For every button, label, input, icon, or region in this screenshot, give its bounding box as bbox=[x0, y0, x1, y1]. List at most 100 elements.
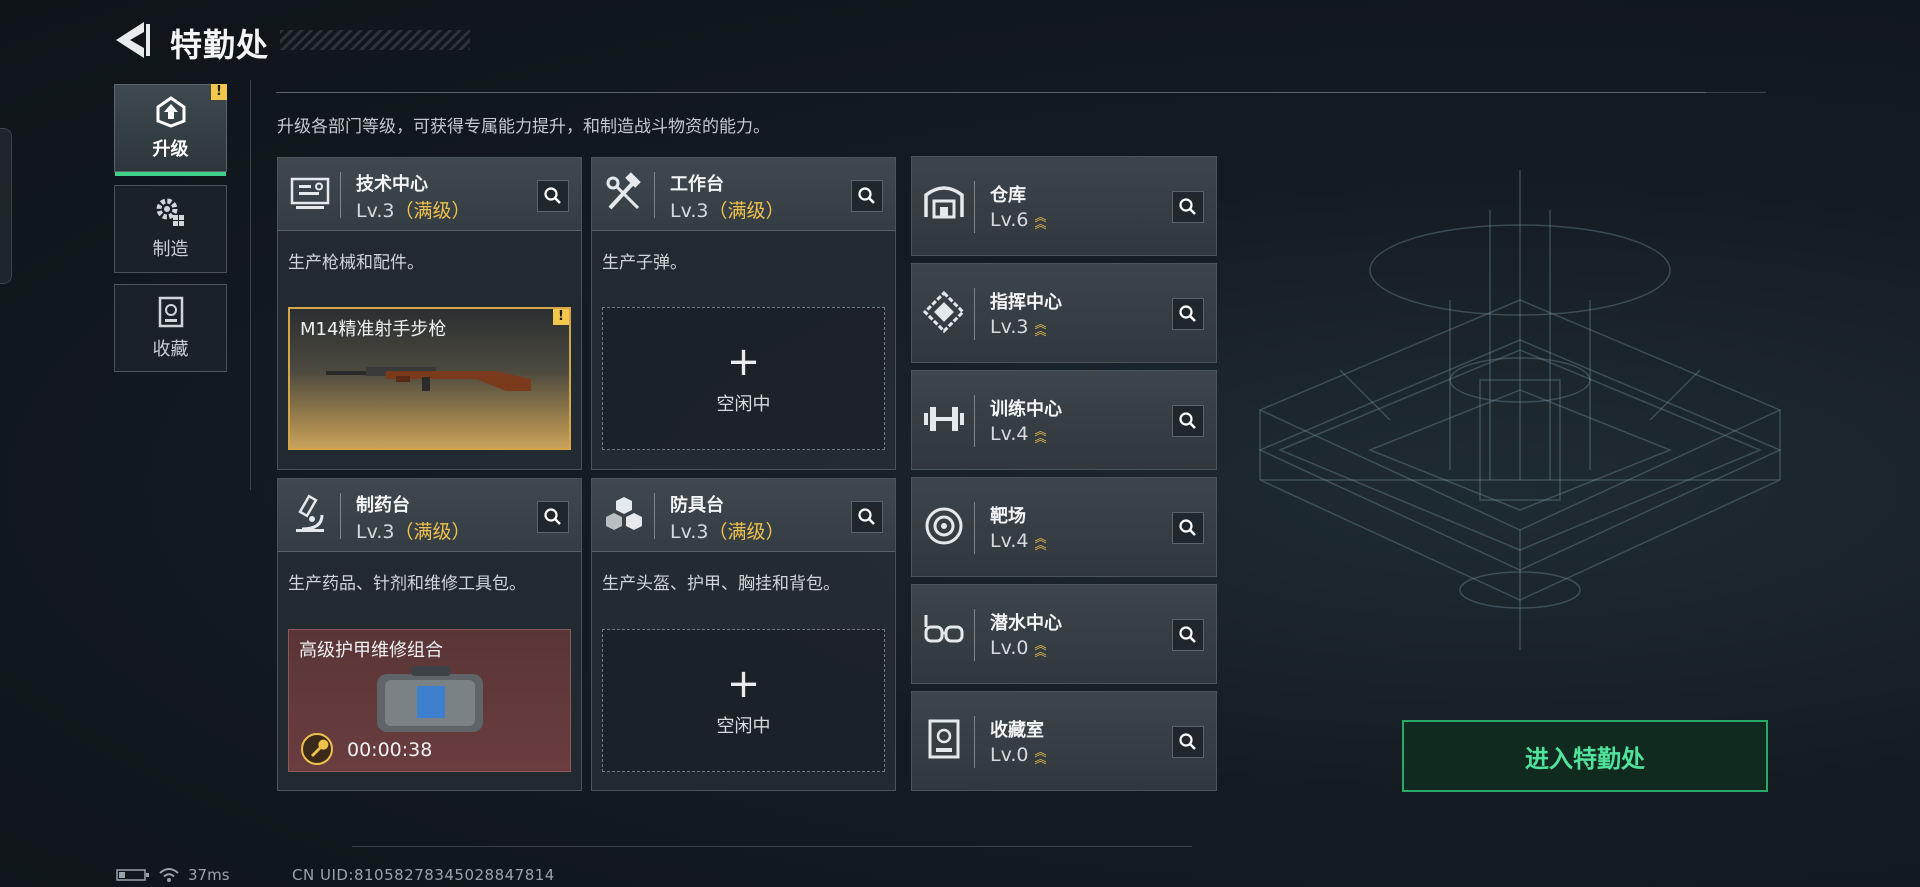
status-bar: 37ms bbox=[116, 866, 230, 884]
facility-level: Lv.0 ︽ ︽ bbox=[990, 637, 1047, 659]
facility-name: 仓库 bbox=[990, 185, 1026, 206]
alert-badge: ! bbox=[553, 309, 569, 325]
search-icon bbox=[858, 187, 875, 204]
page-title: 特勤处 bbox=[170, 26, 270, 64]
search-button[interactable] bbox=[1172, 726, 1204, 758]
facility-name: 工作台 bbox=[670, 174, 724, 195]
slot-status: 空闲中 bbox=[716, 393, 771, 415]
upgrade-arrow-icon: ︽ ︽ bbox=[1034, 423, 1047, 445]
facility-card-workbench[interactable]: 工作台 Lv.3（满级） 生产子弹。 + 空闲中 bbox=[591, 157, 896, 470]
tab-collection-label: 收藏 bbox=[152, 339, 189, 360]
facility-card-pharmacy[interactable]: 制药台 Lv.3（满级） 生产药品、针剂和维修工具包。 高级护甲维修组合 00:… bbox=[277, 478, 582, 791]
upgrade-arrow-icon: ︽ ︽ bbox=[1034, 744, 1047, 766]
divider bbox=[250, 80, 251, 490]
boxes-icon bbox=[606, 497, 642, 530]
plus-icon: + bbox=[726, 660, 761, 707]
upgrade-icon bbox=[156, 96, 185, 128]
facility-level: Lv.0 ︽ ︽ bbox=[990, 744, 1047, 766]
facility-description: 生产枪械和配件。 bbox=[288, 253, 424, 273]
upgrade-arrow-icon: ︽ ︽ bbox=[1034, 316, 1047, 338]
search-icon bbox=[1179, 626, 1196, 643]
tab-craft[interactable]: 制造 bbox=[114, 185, 227, 273]
facility-level: Lv.3（满级） bbox=[670, 521, 785, 543]
search-icon bbox=[1179, 198, 1196, 215]
search-button[interactable] bbox=[851, 180, 883, 212]
facility-name: 潜水中心 bbox=[990, 613, 1062, 634]
facility-diving-center[interactable]: 潜水中心 Lv.0 ︽ ︽ bbox=[911, 584, 1217, 684]
search-icon bbox=[1179, 305, 1196, 322]
back-button[interactable] bbox=[112, 18, 152, 62]
vault-icon bbox=[158, 296, 183, 328]
battery-icon bbox=[116, 869, 149, 881]
facility-level: Lv.3（满级） bbox=[670, 200, 785, 222]
search-button[interactable] bbox=[851, 501, 883, 533]
tab-craft-label: 制造 bbox=[152, 239, 189, 260]
facility-name: 收藏室 bbox=[990, 720, 1044, 741]
facility-warehouse[interactable]: 仓库 Lv.6 ︽ ︽ bbox=[911, 156, 1217, 256]
facility-name: 训练中心 bbox=[990, 399, 1062, 420]
plus-icon: + bbox=[726, 338, 761, 385]
base-wireframe-illustration bbox=[1258, 170, 1782, 650]
empty-production-slot[interactable]: + 空闲中 bbox=[602, 307, 885, 450]
facility-description: 生产药品、针剂和维修工具包。 bbox=[288, 574, 526, 594]
facility-name: 指挥中心 bbox=[990, 292, 1062, 313]
command-icon bbox=[922, 290, 966, 334]
goggles-icon bbox=[924, 615, 964, 643]
tools-icon bbox=[606, 172, 641, 210]
search-icon bbox=[858, 508, 875, 525]
facility-card-tech-center[interactable]: 技术中心 Lv.3（满级） 生产枪械和配件。 M14精准射手步枪 ! bbox=[277, 157, 582, 470]
search-icon bbox=[544, 187, 561, 204]
tab-upgrade[interactable]: 升级 ! bbox=[114, 84, 227, 176]
facility-level: Lv.4 ︽ ︽ bbox=[990, 530, 1047, 552]
tab-upgrade-label: 升级 bbox=[152, 139, 189, 160]
divider bbox=[276, 92, 1706, 93]
facility-description: 生产头盔、护甲、胸挂和背包。 bbox=[602, 574, 840, 594]
search-icon bbox=[1179, 519, 1196, 536]
facility-training-center[interactable]: 训练中心 Lv.4 ︽ ︽ bbox=[911, 370, 1217, 470]
microscope-icon bbox=[296, 494, 324, 532]
search-button[interactable] bbox=[537, 180, 569, 212]
facility-level: Lv.3 ︽ ︽ bbox=[990, 316, 1047, 338]
wrench-icon bbox=[301, 733, 333, 765]
search-button[interactable] bbox=[1172, 619, 1204, 651]
divider bbox=[352, 846, 1192, 847]
facility-card-armor-bench[interactable]: 防具台 Lv.3（满级） 生产头盔、护甲、胸挂和背包。 + 空闲中 bbox=[591, 478, 896, 791]
dumbbell-icon bbox=[924, 407, 964, 431]
facility-shooting-range[interactable]: 靶场 Lv.4 ︽ ︽ bbox=[911, 477, 1217, 577]
warehouse-icon bbox=[924, 186, 964, 219]
production-timer: 00:00:38 bbox=[347, 739, 433, 761]
facility-command-center[interactable]: 指挥中心 Lv.3 ︽ ︽ bbox=[911, 263, 1217, 363]
facility-name: 技术中心 bbox=[356, 174, 428, 195]
production-slot[interactable]: M14精准射手步枪 ! bbox=[288, 307, 571, 450]
production-slot[interactable]: 高级护甲维修组合 00:00:38 bbox=[288, 629, 571, 772]
search-button[interactable] bbox=[1172, 405, 1204, 437]
user-uid: CN UID:8105827834502884781​4 bbox=[292, 866, 555, 884]
search-icon bbox=[1179, 412, 1196, 429]
gears-icon bbox=[156, 198, 184, 226]
search-icon bbox=[544, 508, 561, 525]
title-decoration bbox=[280, 30, 470, 50]
item-name: 高级护甲维修组合 bbox=[299, 640, 443, 661]
upgrade-arrow-icon: ︽ ︽ bbox=[1034, 637, 1047, 659]
enter-base-button[interactable]: 进入特勤处 bbox=[1402, 720, 1768, 792]
side-drawer-handle[interactable] bbox=[0, 128, 12, 284]
slot-status: 空闲中 bbox=[716, 715, 771, 737]
search-button[interactable] bbox=[537, 501, 569, 533]
empty-production-slot[interactable]: + 空闲中 bbox=[602, 629, 885, 772]
search-icon bbox=[1179, 733, 1196, 750]
facility-level: Lv.3（满级） bbox=[356, 200, 471, 222]
item-name: M14精准射手步枪 bbox=[300, 319, 447, 340]
search-button[interactable] bbox=[1172, 191, 1204, 223]
tab-collection[interactable]: 收藏 bbox=[114, 284, 227, 372]
alert-badge: ! bbox=[211, 84, 227, 100]
ping-value: 37ms bbox=[188, 866, 230, 884]
repair-kit-image bbox=[377, 666, 483, 732]
search-button[interactable] bbox=[1172, 512, 1204, 544]
monitor-icon bbox=[290, 177, 330, 209]
facility-collection-room[interactable]: 收藏室 Lv.0 ︽ ︽ bbox=[911, 691, 1217, 791]
facility-level: Lv.6 ︽ ︽ bbox=[990, 209, 1047, 231]
search-button[interactable] bbox=[1172, 298, 1204, 330]
facility-description: 生产子弹。 bbox=[602, 253, 687, 273]
divider bbox=[1706, 92, 1766, 93]
upgrade-arrow-icon: ︽ ︽ bbox=[1034, 209, 1047, 231]
